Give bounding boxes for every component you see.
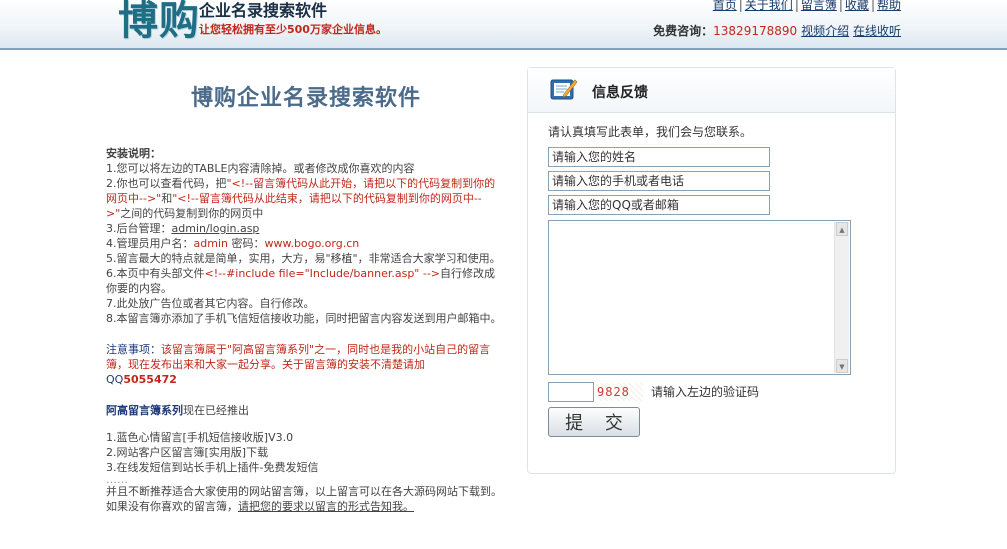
admin-login-link[interactable]: admin/login.asp — [172, 222, 260, 235]
captcha-image[interactable]: 9828 — [597, 383, 643, 401]
submit-button[interactable]: 提 交 — [548, 407, 640, 437]
notepad-pencil-icon — [550, 79, 578, 100]
nav-guestbook-link[interactable]: 留言簿 — [801, 0, 837, 12]
install-step-4-text: 4.管理员用户名： — [106, 237, 194, 250]
install-step-8: 8.本留言簿亦添加了手机飞信短信接收功能，同时把留言内容发送到用户邮箱中。 — [106, 312, 502, 325]
series-item: 2.网站客户区留言簿[实用版]下载 — [106, 446, 269, 459]
install-step-2-tail: 之间的代码复制到你的网页中 — [120, 207, 264, 220]
video-intro-link[interactable]: 视频介绍 — [801, 24, 849, 38]
series-label: 阿高留言簿系列 — [106, 404, 183, 417]
install-step-4: 4.管理员用户名：admin 密码：www.bogo.org.cn — [106, 236, 506, 251]
nav-home-link[interactable]: 首页 — [713, 0, 737, 12]
qq-number: 5055472 — [123, 373, 177, 386]
nav-separator: | — [870, 0, 875, 12]
message-textarea[interactable]: ▲ ▼ — [548, 220, 851, 375]
contact-phone: 13829178890 — [713, 24, 798, 38]
scroll-down-icon[interactable]: ▼ — [836, 359, 848, 373]
feedback-request-link[interactable]: 请把您的要求以留言的形式告知我。 — [238, 500, 414, 513]
captcha-hint: 请输入左边的验证码 — [651, 385, 760, 399]
install-step-2-and: 和 — [161, 192, 173, 205]
install-step-1: 1.您可以将左边的TABLE内容清除掉。或者修改成你喜欢的内容 — [106, 162, 415, 175]
site-header: 博购 企业名录搜索软件 让您轻松拥有至少500万家企业信息。 首页 | 关于我们 | 留… — [0, 0, 1007, 50]
install-step-6: 6.本页中有头部文件<!--#include file="Include/ban… — [106, 266, 506, 296]
nav-help-link[interactable]: 帮助 — [877, 0, 901, 12]
ellipsis: …… — [106, 473, 128, 486]
install-step-2-text: 2.你也可以查看代码，把 — [106, 177, 227, 190]
nav-separator: | — [738, 0, 743, 12]
nav-separator: | — [838, 0, 843, 12]
qq-label: QQ — [106, 373, 124, 386]
textarea-scrollbar[interactable]: ▲ ▼ — [834, 222, 849, 373]
site-title: 企业名录搜索软件 — [199, 1, 328, 20]
phone-field[interactable] — [548, 171, 770, 191]
notice-text: 该留言簿属于"阿高留言簿系列"之一，同时也是我的小站自己的留言簿，现在发布出来和… — [106, 343, 491, 371]
series-item: 3.在线发短信到站长手机上插件-免费发短信 — [106, 461, 319, 474]
nav-separator: | — [794, 0, 799, 12]
page-title: 博购企业名录搜索软件 — [190, 86, 421, 111]
closing-text: 并且不断推荐适合大家使用的网站留言簿，以上留言可以在各大源码网站下载到。如果没有… — [106, 484, 506, 514]
contact-label: 免费咨询： — [653, 24, 714, 38]
nav-about-link[interactable]: 关于我们 — [745, 0, 793, 12]
panel-header: 信息反馈 — [528, 68, 895, 113]
scroll-up-icon[interactable]: ▲ — [836, 222, 848, 236]
nav-favorite-link[interactable]: 收藏 — [845, 0, 869, 12]
include-code: <!--#include file="Include/banner.asp" -… — [204, 267, 441, 280]
install-step-2: 2.你也可以查看代码，把"<!--留言簿代码从此开始，请把以下的代码复制到你的网… — [106, 176, 506, 221]
install-heading: 安装说明： — [106, 147, 161, 160]
captcha-input[interactable] — [548, 382, 594, 402]
install-step-3-text: 3.后台管理： — [106, 222, 172, 235]
site-slogan: 让您轻松拥有至少500万家企业信息。 — [199, 23, 387, 36]
name-field[interactable] — [548, 147, 770, 167]
top-nav: 首页 | 关于我们 | 留言簿 | 收藏 | 帮助 — [713, 0, 901, 13]
install-step-7: 7.此处放广告位或者其它内容。自行修改。 — [106, 297, 315, 310]
install-step-5: 5.留言最大的特点就是简单，实用，大方，易"移植"，非常适合大家学习和使用。 — [106, 252, 501, 265]
install-step-4-pwd-label: 密码： — [227, 237, 265, 250]
install-step-3: 3.后台管理：admin/login.asp — [106, 221, 506, 236]
admin-username: admin — [193, 237, 228, 250]
form-hint: 请认真填写此表单，我们会与您联系。 — [548, 125, 753, 139]
notice: 注意事项：该留言簿属于"阿高留言簿系列"之一，同时也是我的小站自己的留言簿，现在… — [106, 342, 506, 387]
install-guide: 博购企业名录搜索软件 安装说明： 1.您可以将左边的TABLE内容清除掉。或者修… — [106, 80, 506, 514]
site-logo[interactable]: 博购 — [118, 0, 200, 46]
contact-bar: 免费咨询：13829178890 视频介绍 在线收听 — [653, 22, 901, 39]
online-pay-link[interactable]: 在线收听 — [853, 24, 901, 38]
panel-title: 信息反馈 — [592, 85, 648, 101]
series-text: 现在已经推出 — [183, 404, 249, 417]
notice-label: 注意事项： — [106, 343, 161, 356]
install-step-6-text: 6.本页中有头部文件 — [106, 267, 205, 280]
series-heading: 阿高留言簿系列现在已经推出 — [106, 403, 506, 418]
qq-email-field[interactable] — [548, 195, 770, 215]
admin-password: www.bogo.org.cn — [264, 237, 360, 250]
series-item: 1.蓝色心情留言[手机短信接收版]V3.0 — [106, 431, 294, 444]
feedback-panel: 信息反馈 请认真填写此表单，我们会与您联系。 ▲ ▼ 9828 请输入左边的验证… — [527, 67, 896, 474]
